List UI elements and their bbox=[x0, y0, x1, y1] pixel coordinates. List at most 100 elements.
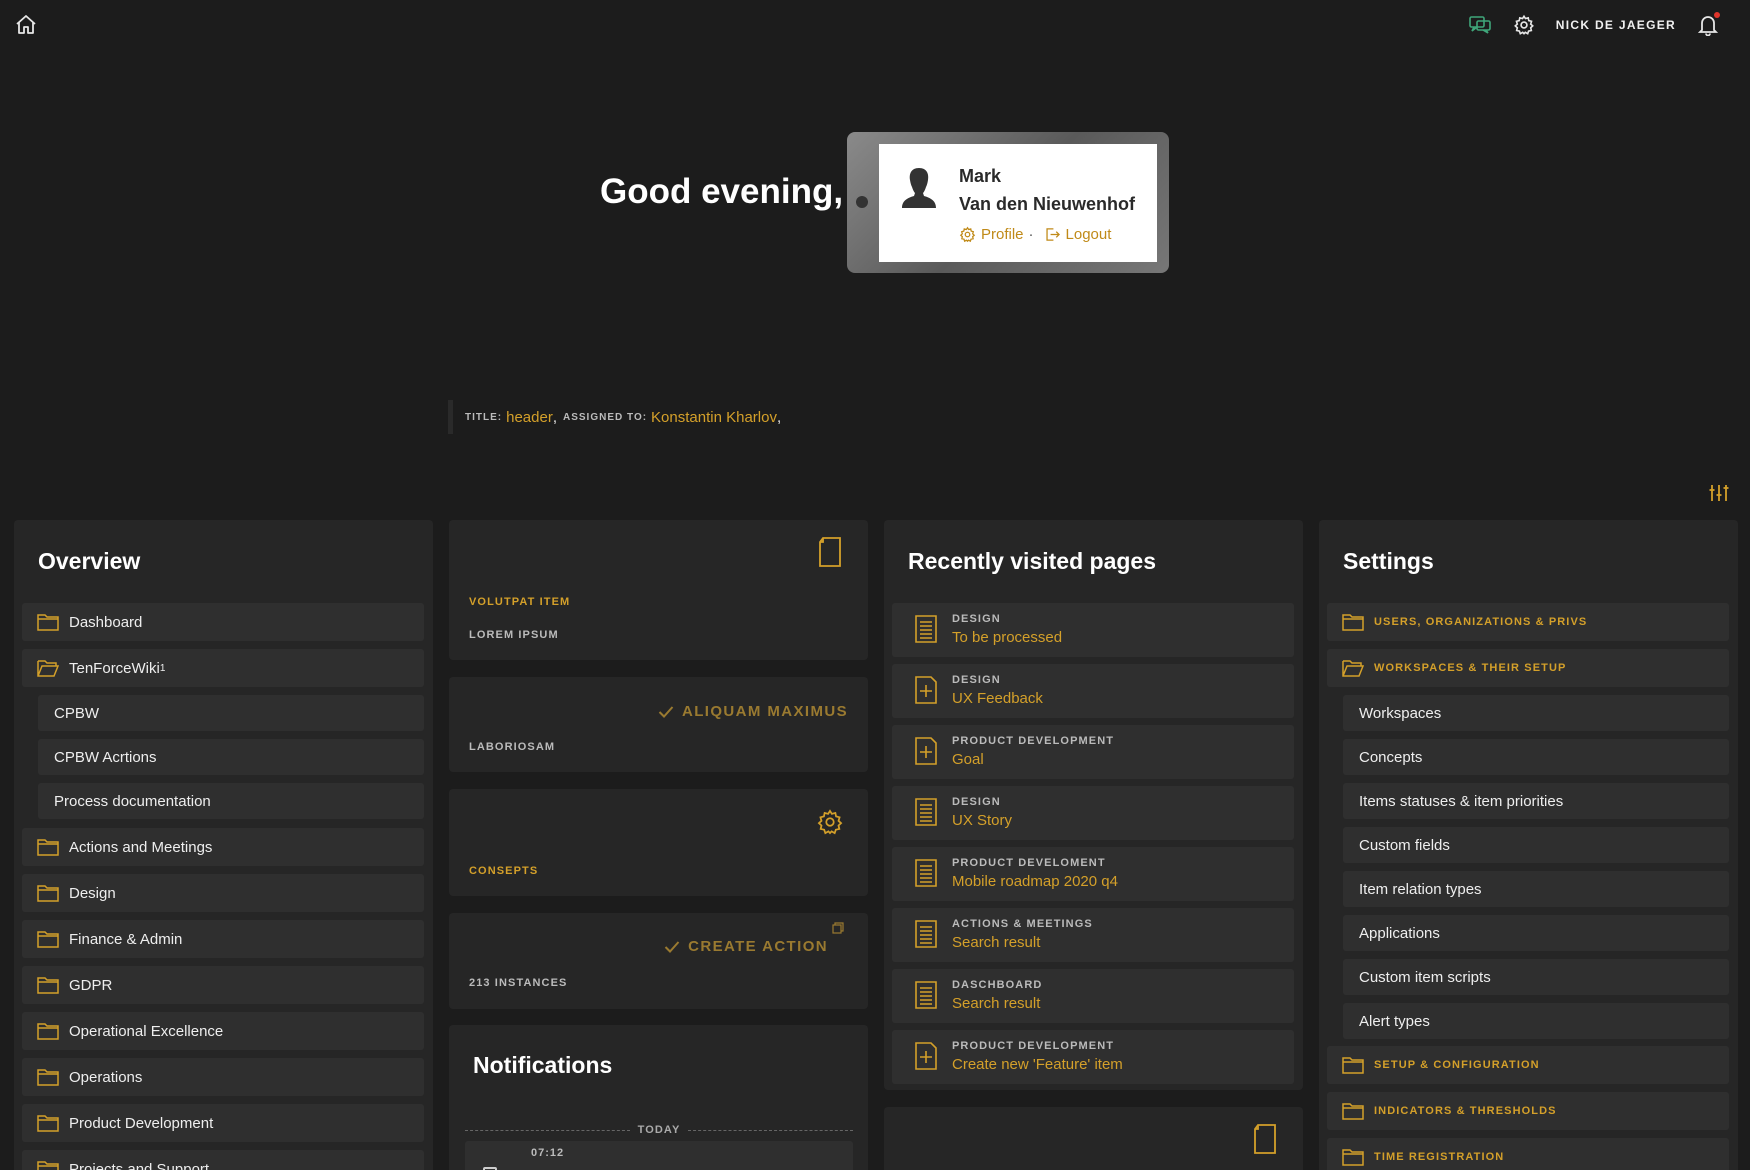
settings-group-users[interactable]: USERS, ORGANIZATIONS & PRIVS bbox=[1327, 603, 1729, 641]
settings-sub-item[interactable]: Items statuses & item priorities bbox=[1343, 783, 1729, 819]
settings-sub-item-label: Item relation types bbox=[1359, 880, 1482, 898]
today-label: TODAY bbox=[637, 1124, 681, 1136]
settings-sub-item-label: Applications bbox=[1359, 924, 1440, 942]
current-user-name[interactable]: NICK DE JAEGER bbox=[1556, 18, 1676, 32]
settings-group-setup-label: SETUP & CONFIGURATION bbox=[1374, 1059, 1540, 1071]
home-icon[interactable] bbox=[14, 13, 38, 37]
settings-group-time[interactable]: TIME REGISTRATION bbox=[1327, 1138, 1729, 1170]
recent-page-title: UX Story bbox=[952, 812, 1013, 829]
overview-item[interactable]: Operational Excellence bbox=[22, 1012, 424, 1050]
logout-icon bbox=[1045, 228, 1060, 241]
settings-sub-item[interactable]: Workspaces bbox=[1343, 695, 1729, 731]
overview-item[interactable]: GDPR bbox=[22, 966, 424, 1004]
chat-icon[interactable] bbox=[1468, 13, 1492, 37]
recent-page-category: DESIGN bbox=[952, 674, 1001, 686]
settings-sub-item[interactable]: Applications bbox=[1343, 915, 1729, 951]
create-action-instances: 213 INSTANCES bbox=[469, 977, 568, 989]
create-action-button[interactable]: CREATE ACTION bbox=[664, 938, 828, 955]
recent-page-category: DESIGN bbox=[952, 796, 1001, 808]
overview-item-label: Operations bbox=[69, 1068, 143, 1086]
overview-item[interactable]: Projects and Support bbox=[22, 1150, 424, 1170]
recent-page-title: Mobile roadmap 2020 q4 bbox=[952, 873, 1118, 890]
overview-item[interactable]: Finance & Admin bbox=[22, 920, 424, 958]
expand-icon[interactable] bbox=[832, 921, 844, 939]
recent-page-item[interactable]: DASCHBOARD Search result bbox=[892, 969, 1294, 1023]
create-action-card[interactable]: CREATE ACTION 213 INSTANCES bbox=[449, 913, 868, 1009]
folder-icon bbox=[37, 614, 59, 631]
bell-icon[interactable] bbox=[1696, 12, 1720, 37]
settings-sub-item[interactable]: Item relation types bbox=[1343, 871, 1729, 907]
gear-icon[interactable] bbox=[1512, 13, 1536, 37]
aliquam-subtitle: LABORIOSAM bbox=[469, 741, 556, 753]
overview-item-label: Process documentation bbox=[54, 792, 211, 810]
settings-group-indicators-label: INDICATORS & THRESHOLDS bbox=[1374, 1105, 1557, 1117]
folder-icon bbox=[37, 839, 59, 856]
consepts-title: CONSEPTS bbox=[469, 865, 539, 877]
settings-group-users-label: USERS, ORGANIZATIONS & PRIVS bbox=[1374, 616, 1588, 628]
overview-item-label: Product Development bbox=[69, 1114, 214, 1132]
recent-page-category: ACTIONS & MEETINGS bbox=[952, 918, 1093, 930]
settings-group-setup[interactable]: SETUP & CONFIGURATION bbox=[1327, 1046, 1729, 1084]
filter-assigned-label: ASSIGNED TO: bbox=[563, 411, 648, 423]
recent-page-item[interactable]: DESIGN UX Story bbox=[892, 786, 1294, 840]
overview-item[interactable]: CPBW Acrtions bbox=[38, 739, 424, 775]
recent-page-item[interactable]: PRODUCT DEVELOMENT Mobile roadmap 2020 q4 bbox=[892, 847, 1294, 901]
recent-page-title: UX Feedback bbox=[952, 690, 1043, 707]
top-right-controls: NICK DE JAEGER bbox=[1468, 12, 1720, 37]
consepts-card[interactable]: CONSEPTS bbox=[449, 789, 868, 896]
create-action-label: CREATE ACTION bbox=[688, 938, 828, 955]
settings-group-workspaces[interactable]: WORKSPACES & THEIR SETUP bbox=[1327, 649, 1729, 687]
overview-item[interactable]: Product Development bbox=[22, 1104, 424, 1142]
settings-sub-item[interactable]: Concepts bbox=[1343, 739, 1729, 775]
recent-page-item[interactable]: ACTIONS & MEETINGS Search result bbox=[892, 908, 1294, 962]
overview-item[interactable]: CPBW bbox=[38, 695, 424, 731]
volutpat-title: VOLUTPAT ITEM bbox=[469, 596, 571, 608]
recent-page-item[interactable]: PRODUCT DEVELOPMENT Goal bbox=[892, 725, 1294, 779]
aliquam-card[interactable]: ALIQUAM MAXIMUS LABORIOSAM bbox=[449, 677, 868, 772]
bottom-card[interactable] bbox=[884, 1107, 1303, 1170]
profile-links: Profile · Logout bbox=[959, 226, 1111, 243]
folder-open-icon bbox=[37, 660, 59, 677]
overview-item-label: Operational Excellence bbox=[69, 1022, 224, 1040]
gear-icon bbox=[816, 808, 844, 836]
filter-assigned-value[interactable]: Konstantin Kharlov bbox=[651, 409, 777, 426]
document-icon bbox=[816, 536, 844, 567]
settings-sub-item[interactable]: Custom fields bbox=[1343, 827, 1729, 863]
overview-item-label: TenForceWiki bbox=[69, 659, 160, 677]
overview-item-label: Dashboard bbox=[69, 613, 143, 631]
aliquam-action[interactable]: ALIQUAM MAXIMUS bbox=[658, 703, 848, 720]
settings-sub-item[interactable]: Custom item scripts bbox=[1343, 959, 1729, 995]
notifications-panel: Notifications TODAY 07:12 bbox=[449, 1025, 868, 1170]
settings-group-indicators[interactable]: INDICATORS & THRESHOLDS bbox=[1327, 1092, 1729, 1130]
overview-item[interactable]: Process documentation bbox=[38, 783, 424, 819]
recent-page-item[interactable]: PRODUCT DEVELOPMENT Create new 'Feature' … bbox=[892, 1030, 1294, 1084]
aliquam-action-label: ALIQUAM MAXIMUS bbox=[682, 703, 848, 720]
recent-page-item[interactable]: DESIGN UX Feedback bbox=[892, 664, 1294, 718]
folder-open-icon bbox=[1342, 660, 1364, 677]
overview-item[interactable]: TenForceWiki 1 bbox=[22, 649, 424, 687]
today-divider: TODAY bbox=[465, 1123, 854, 1137]
settings-sub-item-label: Concepts bbox=[1359, 748, 1423, 766]
profile-link[interactable]: Profile bbox=[959, 226, 1024, 243]
customize-sliders-icon[interactable] bbox=[1708, 482, 1730, 504]
overview-item-label: Design bbox=[69, 884, 116, 902]
overview-item[interactable]: Design bbox=[22, 874, 424, 912]
recently-visited-title: Recently visited pages bbox=[908, 548, 1156, 574]
overview-item[interactable]: Operations bbox=[22, 1058, 424, 1096]
list-document-icon bbox=[915, 615, 937, 643]
settings-sub-item[interactable]: Alert types bbox=[1343, 1003, 1729, 1039]
logout-link[interactable]: Logout bbox=[1043, 226, 1111, 243]
volutpat-card[interactable]: VOLUTPAT ITEM LOREM IPSUM bbox=[449, 520, 868, 660]
overview-item[interactable]: Actions and Meetings bbox=[22, 828, 424, 866]
recent-page-item[interactable]: DESIGN To be processed bbox=[892, 603, 1294, 657]
item-filter-line: TITLE: header, ASSIGNED TO: Konstantin K… bbox=[448, 400, 781, 434]
greeting-text: Good evening, bbox=[600, 172, 844, 211]
profile-name: Mark Van den Nieuwenhof bbox=[959, 162, 1135, 218]
overview-item[interactable]: Dashboard bbox=[22, 603, 424, 641]
notification-item[interactable]: 07:12 bbox=[465, 1141, 853, 1170]
list-document-icon bbox=[915, 798, 937, 826]
filter-comma-2: , bbox=[776, 408, 782, 426]
filter-title-value[interactable]: header bbox=[506, 409, 553, 426]
profile-frame: Mark Van den Nieuwenhof Profile · Logout bbox=[847, 132, 1169, 273]
top-bar: NICK DE JAEGER bbox=[0, 0, 1750, 50]
